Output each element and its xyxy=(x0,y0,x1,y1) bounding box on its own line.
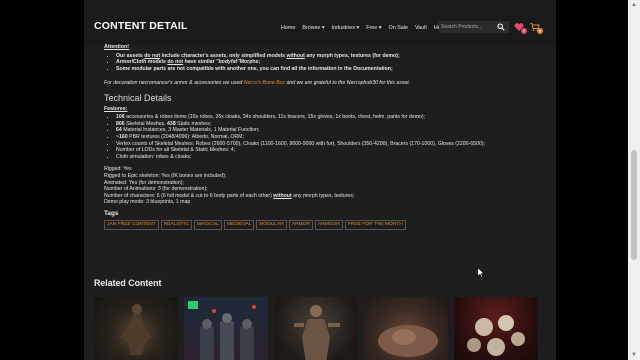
feature-item: 806 Skeletal Meshes, 438 Static meshes; xyxy=(116,121,544,128)
spec-line: Number of characters: 6 (6 full model & … xyxy=(104,192,355,199)
nav-browse[interactable]: Browse ▾ xyxy=(302,25,324,31)
tag-armor[interactable]: ARMOR xyxy=(288,220,313,231)
page-scrollbar[interactable]: ▲ ▼ xyxy=(628,0,640,360)
page-frame: CONTENT DETAIL Home Browse ▾ Industries … xyxy=(84,0,556,360)
related-thumbnail-zombie[interactable] xyxy=(274,297,358,360)
related-content-heading: Related Content xyxy=(94,278,162,288)
chevron-down-icon: ▾ xyxy=(321,25,325,31)
nav-vault[interactable]: Vault xyxy=(415,25,427,31)
tags-title: Tags xyxy=(104,209,119,217)
mouse-cursor-icon xyxy=(478,268,484,277)
nav-industries[interactable]: Industries ▾ xyxy=(332,25,360,31)
specs-block: Rigged: Yes Rigged to Epic skeleton: Yes… xyxy=(104,166,544,206)
related-content-list xyxy=(94,297,538,360)
tag-modular[interactable]: MODULAR xyxy=(256,220,287,231)
scrollbar-thumb[interactable] xyxy=(631,150,637,260)
wishlist-count-badge: 0 xyxy=(521,28,527,34)
decoration-note: For decoration necromancer's armor & acc… xyxy=(104,80,411,87)
scroll-up-arrow-icon[interactable]: ▲ xyxy=(631,2,637,8)
features-list: 106 accessories & robes items (16x robes… xyxy=(104,114,544,160)
spec-line: Rigged: Yes xyxy=(104,166,132,173)
feature-item: 106 accessories & robes items (16x robes… xyxy=(116,114,544,121)
related-thumbnail-soldiers[interactable] xyxy=(184,297,268,360)
related-thumbnail-beast[interactable] xyxy=(364,297,448,360)
search-input[interactable] xyxy=(441,21,493,33)
spec-line: Animated: Yes (for demonstration); xyxy=(104,179,184,186)
feature-item: Number of LODs for all Skeletal & Static… xyxy=(116,147,544,154)
attention-list: Our assets do not include character's as… xyxy=(104,53,544,73)
product-description: Attention! Our assets do not include cha… xyxy=(104,44,544,231)
spec-line: Demo play mode: 3 blueprints, 1 map xyxy=(104,199,191,206)
necro-bone-box-link[interactable]: Necro's Bone Box xyxy=(244,80,285,86)
nav-on-sale[interactable]: On Sale xyxy=(389,25,408,31)
tag-medieval[interactable]: MEDIEVAL xyxy=(223,220,255,231)
related-thumbnail-creature[interactable] xyxy=(94,297,178,360)
attention-item: Some modular parts are not compatible wi… xyxy=(116,66,544,73)
top-navigation-bar: CONTENT DETAIL Home Browse ▾ Industries … xyxy=(84,0,556,45)
feature-item: Vertex counts of Skeletal Meshes: Robes … xyxy=(116,141,544,148)
spec-line: Rigged to Epic skeleton: Yes (IK bones a… xyxy=(104,172,227,179)
nav-home[interactable]: Home xyxy=(281,25,295,31)
search-box xyxy=(439,21,509,33)
chevron-down-icon: ▾ xyxy=(378,25,382,31)
tag-free-for-the-month[interactable]: FREE FOR THE MONTH xyxy=(344,220,406,231)
tag-magical[interactable]: MAGICAL xyxy=(193,220,222,231)
attention-item: Our assets do not include character's as… xyxy=(116,53,544,60)
feature-item: 64 Material Instances, 3 Master Material… xyxy=(116,127,544,134)
tag-realistic[interactable]: REALISTIC xyxy=(160,220,192,231)
attention-title: Attention! xyxy=(104,44,130,50)
chevron-down-icon: ▾ xyxy=(356,25,360,31)
tag-armour[interactable]: ARMOUR xyxy=(315,220,343,231)
nav-free[interactable]: Free ▾ xyxy=(366,25,381,31)
search-icon[interactable] xyxy=(497,23,505,31)
attention-item: Armor/Cloth models do not have similar "… xyxy=(116,59,544,66)
main-nav: Home Browse ▾ Industries ▾ Free ▾ On Sal… xyxy=(281,25,445,31)
tags-list: JAN FREE CONTENT REALISTIC MAGICAL MEDIE… xyxy=(104,220,544,231)
related-thumbnail-undead-horde[interactable] xyxy=(454,297,538,360)
spec-line: Number of Animations: 3 (for demonstrati… xyxy=(104,186,208,193)
scroll-down-arrow-icon[interactable]: ▼ xyxy=(631,352,637,358)
site-logo[interactable]: CONTENT DETAIL xyxy=(94,20,188,32)
technical-details-heading: Technical Details xyxy=(104,92,172,103)
cart-count-badge: 0 xyxy=(537,28,543,34)
feature-item: ~160 PBR textures (2048/4096): Albedo, N… xyxy=(116,134,544,141)
features-title: Features: xyxy=(104,105,128,112)
feature-item: Cloth simulation: robes & cloaks; xyxy=(116,154,544,161)
tag-jan-free-content[interactable]: JAN FREE CONTENT xyxy=(104,220,159,231)
